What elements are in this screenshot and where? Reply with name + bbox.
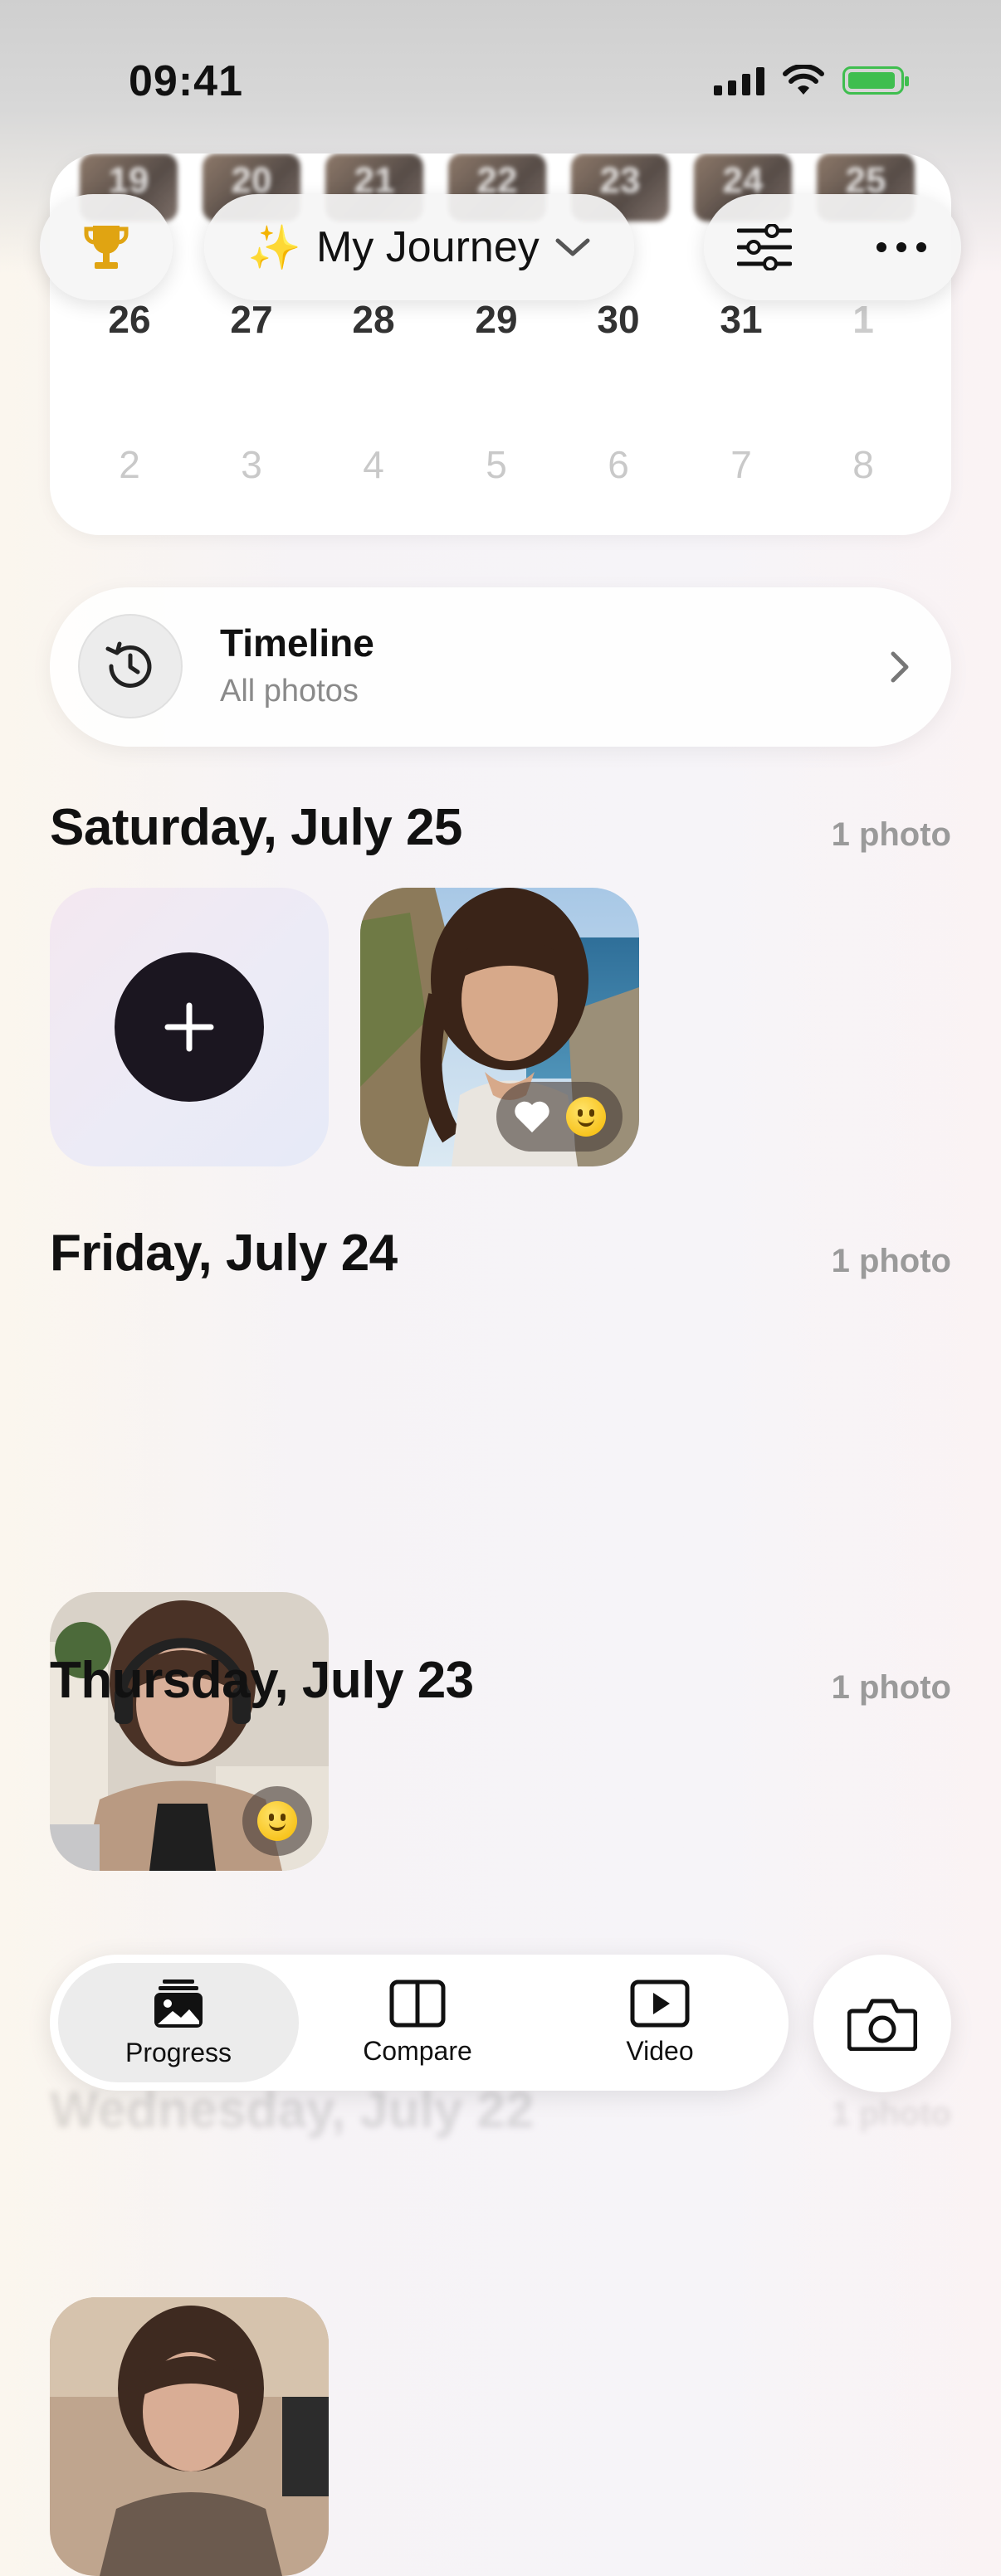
calendar-day[interactable]: 4 (328, 442, 419, 487)
calendar-day[interactable]: 29 (451, 297, 542, 342)
status-icons (714, 60, 913, 101)
section-photo-count: 1 photo (831, 816, 951, 853)
calendar-day[interactable]: 6 (573, 442, 664, 487)
timeline-row[interactable]: Timeline All photos (50, 587, 951, 747)
reaction-badge (242, 1786, 312, 1856)
calendar-day[interactable]: 30 (573, 297, 664, 342)
section-date-title: Thursday, July 23 (50, 1652, 474, 1709)
add-photo-button[interactable] (115, 952, 264, 1102)
tab-label: Compare (363, 2035, 472, 2066)
photo-thumbnail[interactable] (50, 2297, 329, 2576)
journey-selector[interactable]: ✨ My Journey (204, 194, 634, 300)
calendar-day[interactable]: 28 (328, 297, 419, 342)
camera-icon (847, 1999, 917, 2051)
chevron-right-icon (891, 651, 909, 683)
calendar-day[interactable]: 3 (206, 442, 297, 487)
tab-progress[interactable]: Progress (58, 1963, 299, 2082)
status-time: 09:41 (129, 57, 243, 105)
calendar-day[interactable]: 26 (84, 297, 175, 342)
section-date-title: Friday, July 24 (50, 1225, 398, 1282)
toolbar-right-group (704, 194, 961, 300)
calendar-day[interactable]: 1 (818, 297, 909, 342)
video-play-icon (630, 1979, 690, 2027)
more-icon[interactable] (875, 241, 928, 254)
tab-compare[interactable]: Compare (297, 1963, 538, 2082)
smile-emoji-icon (257, 1801, 297, 1841)
tab-bar: Progress Compare Video (50, 1955, 789, 2091)
photos-stack-icon (154, 1979, 203, 2028)
reaction-badge (496, 1082, 623, 1152)
section-photo-count: 1 photo (831, 1243, 951, 1279)
section-photo-count: 1 photo (831, 2096, 951, 2132)
plus-icon (164, 1002, 214, 1052)
calendar-day[interactable]: 8 (818, 442, 909, 487)
battery-icon (842, 66, 909, 95)
calendar-day[interactable]: 7 (696, 442, 787, 487)
heart-icon (515, 1101, 549, 1132)
calendar-day[interactable]: 27 (206, 297, 297, 342)
journey-label: My Journey (315, 223, 540, 271)
compare-icon (389, 1979, 446, 2027)
chevron-down-icon (555, 238, 590, 256)
timeline-subtitle: All photos (220, 674, 359, 709)
tab-label: Video (626, 2035, 694, 2066)
timeline-title: Timeline (220, 621, 374, 665)
sparkles-icon: ✨ (247, 223, 301, 272)
add-photo-tile[interactable] (50, 888, 329, 1166)
calendar-day[interactable]: 2 (84, 442, 175, 487)
section-photo-count: 1 photo (831, 1669, 951, 1706)
photo-thumbnail[interactable] (360, 888, 639, 1166)
photo-thumbnail[interactable] (50, 1592, 329, 1871)
trophy-icon (84, 226, 129, 269)
section-date-title: Saturday, July 25 (50, 799, 462, 856)
history-icon (78, 614, 183, 718)
smile-emoji-icon (566, 1097, 606, 1137)
camera-button[interactable] (813, 1955, 951, 2092)
signal-icon (714, 66, 764, 95)
calendar-day[interactable]: 5 (451, 442, 542, 487)
sliders-icon[interactable] (737, 224, 792, 270)
tab-video[interactable]: Video (540, 1963, 780, 2082)
achievements-button[interactable] (40, 194, 173, 300)
tab-label: Progress (125, 2037, 232, 2067)
wifi-icon (783, 65, 824, 95)
calendar-day[interactable]: 31 (696, 297, 787, 342)
selfie-photo (50, 2297, 329, 2576)
